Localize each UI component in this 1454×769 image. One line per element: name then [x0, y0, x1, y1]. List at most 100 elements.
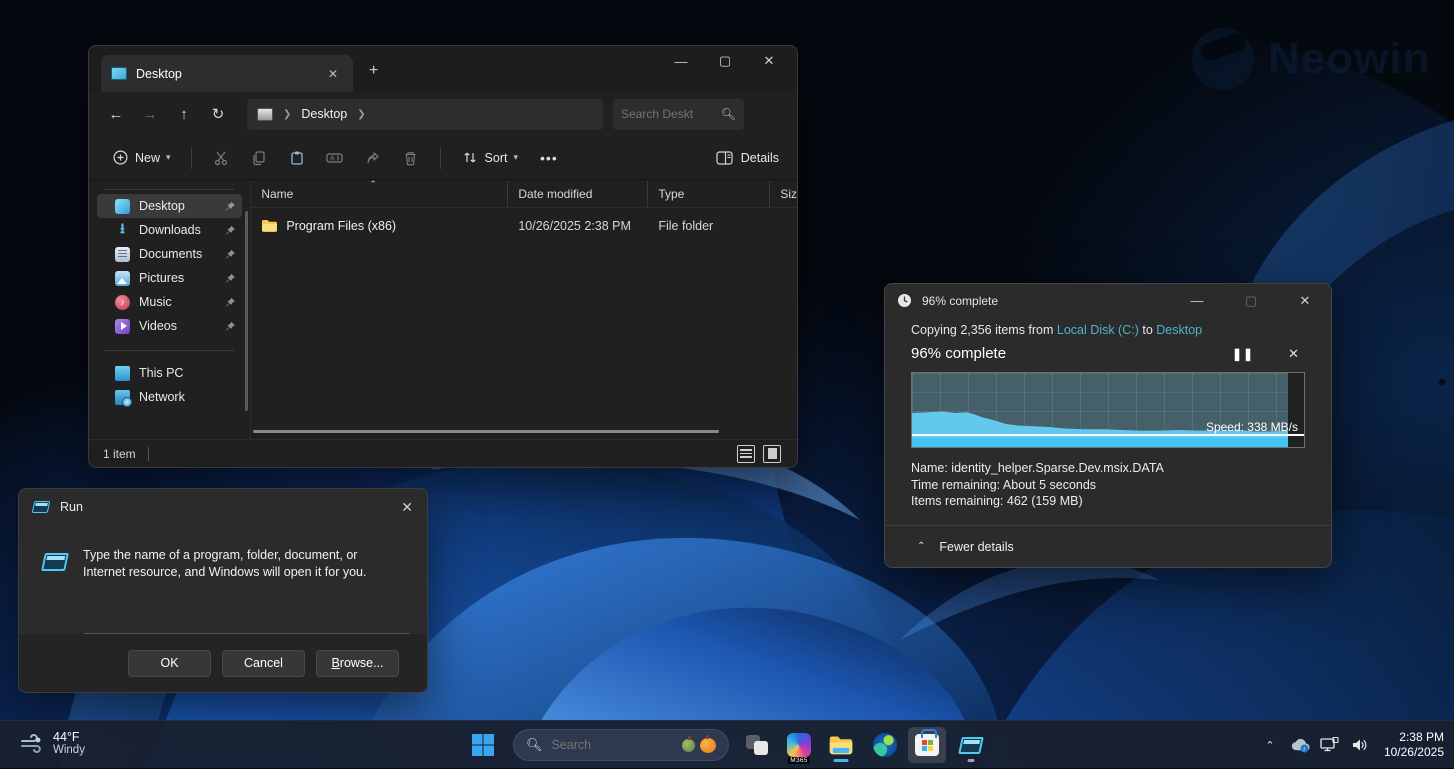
- copy-description: Copying 2,356 items from Local Disk (C:)…: [911, 323, 1305, 337]
- run-description: Type the name of a program, folder, docu…: [83, 547, 393, 581]
- paste-button[interactable]: [280, 143, 314, 173]
- run-title-bar: Run ✕: [19, 489, 427, 525]
- share-icon: [364, 149, 382, 167]
- new-icon: [111, 149, 129, 167]
- taskbar-search-box[interactable]: 🔍︎: [513, 729, 729, 761]
- microsoft-store-button[interactable]: [908, 727, 946, 763]
- run-app-icon: [32, 501, 51, 513]
- delete-button[interactable]: [394, 143, 428, 173]
- music-icon: ♪: [115, 295, 130, 310]
- file-row-program-files-x86[interactable]: Program Files (x86) 10/26/2025 2:38 PM F…: [251, 212, 797, 239]
- column-header-date-modified[interactable]: Date modified: [508, 181, 648, 207]
- gourd-icon: [682, 739, 695, 752]
- sidebar-item-videos[interactable]: Videos: [97, 314, 242, 338]
- explorer-status-bar: 1 item: [89, 439, 797, 467]
- details-view-button[interactable]: [737, 445, 755, 463]
- run-dialog: Run ✕ Type the name of a program, folder…: [18, 488, 428, 693]
- column-header-name[interactable]: Name ⌃: [251, 181, 508, 207]
- taskbar-search-input[interactable]: [552, 738, 673, 752]
- refresh-button[interactable]: ↻: [201, 99, 235, 129]
- column-header-size[interactable]: Siz: [770, 181, 797, 207]
- running-indicator: [968, 759, 975, 762]
- source-link[interactable]: Local Disk (C:): [1057, 323, 1139, 337]
- rename-button[interactable]: A: [318, 143, 352, 173]
- up-button[interactable]: ↑: [167, 99, 201, 129]
- cancel-copy-button[interactable]: ✕: [1288, 346, 1299, 362]
- new-button-label: New: [135, 151, 160, 165]
- back-button[interactable]: ←: [99, 99, 133, 129]
- chevron-down-icon: ▾: [166, 152, 171, 163]
- run-app-button[interactable]: [952, 727, 990, 763]
- new-tab-button[interactable]: +: [369, 62, 378, 80]
- status-divider: [148, 447, 149, 461]
- tray-time: 2:38 PM: [1384, 730, 1444, 745]
- weather-widget[interactable]: 44°F Windy: [12, 727, 93, 759]
- cancel-button[interactable]: Cancel: [222, 650, 305, 677]
- sidebar-item-label: Desktop: [139, 199, 216, 213]
- edge-button[interactable]: [866, 727, 904, 763]
- pause-button[interactable]: ❚❚: [1232, 347, 1254, 361]
- horizontal-scrollbar[interactable]: [253, 430, 719, 433]
- tab-close-icon[interactable]: ✕: [323, 65, 343, 83]
- explorer-search-input[interactable]: [621, 107, 721, 121]
- pin-icon: [225, 249, 236, 260]
- fewer-details-toggle[interactable]: ⌃ Fewer details: [885, 525, 1331, 567]
- breadcrumb-item-desktop[interactable]: Desktop: [301, 107, 347, 121]
- copy-text: to: [1139, 323, 1156, 337]
- explorer-search-box[interactable]: 🔍︎: [613, 99, 744, 130]
- forward-button[interactable]: →: [133, 99, 167, 129]
- copy-button[interactable]: [242, 143, 276, 173]
- sidebar-item-music[interactable]: ♪ Music: [97, 290, 242, 314]
- explorer-tab-desktop[interactable]: Desktop ✕: [101, 55, 353, 92]
- close-button[interactable]: ✕: [401, 499, 413, 516]
- network-icon[interactable]: [1318, 730, 1342, 760]
- close-button[interactable]: ✕: [747, 46, 791, 76]
- sidebar-item-desktop[interactable]: Desktop: [97, 194, 242, 218]
- average-speed-line: [912, 434, 1304, 436]
- cut-button[interactable]: [204, 143, 238, 173]
- items-remaining-line: Items remaining: 462 (159 MB): [911, 493, 1305, 510]
- minimize-button[interactable]: —: [659, 46, 703, 76]
- pin-icon: [225, 321, 236, 332]
- maximize-button[interactable]: ▢: [1229, 286, 1273, 316]
- copy-details: Name: identity_helper.Sparse.Dev.msix.DA…: [911, 460, 1305, 510]
- ok-button[interactable]: OK: [128, 650, 211, 677]
- browse-button[interactable]: Browse...: [316, 650, 399, 677]
- sidebar-item-pictures[interactable]: Pictures: [97, 266, 242, 290]
- volume-icon[interactable]: [1348, 730, 1372, 760]
- column-header-type[interactable]: Type: [648, 181, 770, 207]
- folder-icon: [261, 219, 278, 233]
- this-pc-icon: [115, 366, 130, 381]
- onedrive-icon[interactable]: i: [1288, 730, 1312, 760]
- clock-widget[interactable]: 2:38 PM 10/26/2025: [1378, 730, 1444, 760]
- maximize-button[interactable]: ▢: [703, 46, 747, 76]
- share-button[interactable]: [356, 143, 390, 173]
- sidebar-item-label: Downloads: [139, 223, 216, 237]
- running-indicator: [834, 759, 849, 762]
- run-button-row: OK Cancel Browse...: [19, 634, 427, 692]
- task-view-button[interactable]: [738, 727, 776, 763]
- large-icons-view-button[interactable]: [763, 445, 781, 463]
- more-options-button[interactable]: •••: [530, 150, 568, 166]
- new-button[interactable]: New ▾: [103, 143, 179, 173]
- close-button[interactable]: ✕: [1283, 286, 1327, 316]
- hidden-icons-chevron[interactable]: ⌃: [1258, 730, 1282, 760]
- sidebar-item-documents[interactable]: Documents: [97, 242, 242, 266]
- breadcrumb[interactable]: ❯ Desktop ❯: [247, 99, 603, 130]
- m365-copilot-button[interactable]: M365: [780, 727, 818, 763]
- details-pane-button[interactable]: Details: [716, 149, 779, 167]
- system-tray: ⌃ i 2:38 PM 10/26/2025: [1258, 721, 1444, 769]
- sidebar-scrollbar[interactable]: [245, 211, 248, 411]
- minimize-button[interactable]: —: [1175, 286, 1219, 316]
- column-label: Type: [658, 187, 684, 201]
- file-explorer-button[interactable]: [822, 727, 860, 763]
- start-button[interactable]: [464, 727, 502, 763]
- sort-button[interactable]: Sort ▾: [453, 143, 526, 173]
- sidebar-item-this-pc[interactable]: This PC: [97, 361, 242, 385]
- fewer-details-label: Fewer details: [939, 540, 1013, 554]
- file-explorer-icon: [828, 735, 854, 756]
- sidebar-item-network[interactable]: Network: [97, 385, 242, 409]
- toolbar-divider: [440, 147, 441, 169]
- sidebar-item-downloads[interactable]: ⭳ Downloads: [97, 218, 242, 242]
- destination-link[interactable]: Desktop: [1156, 323, 1202, 337]
